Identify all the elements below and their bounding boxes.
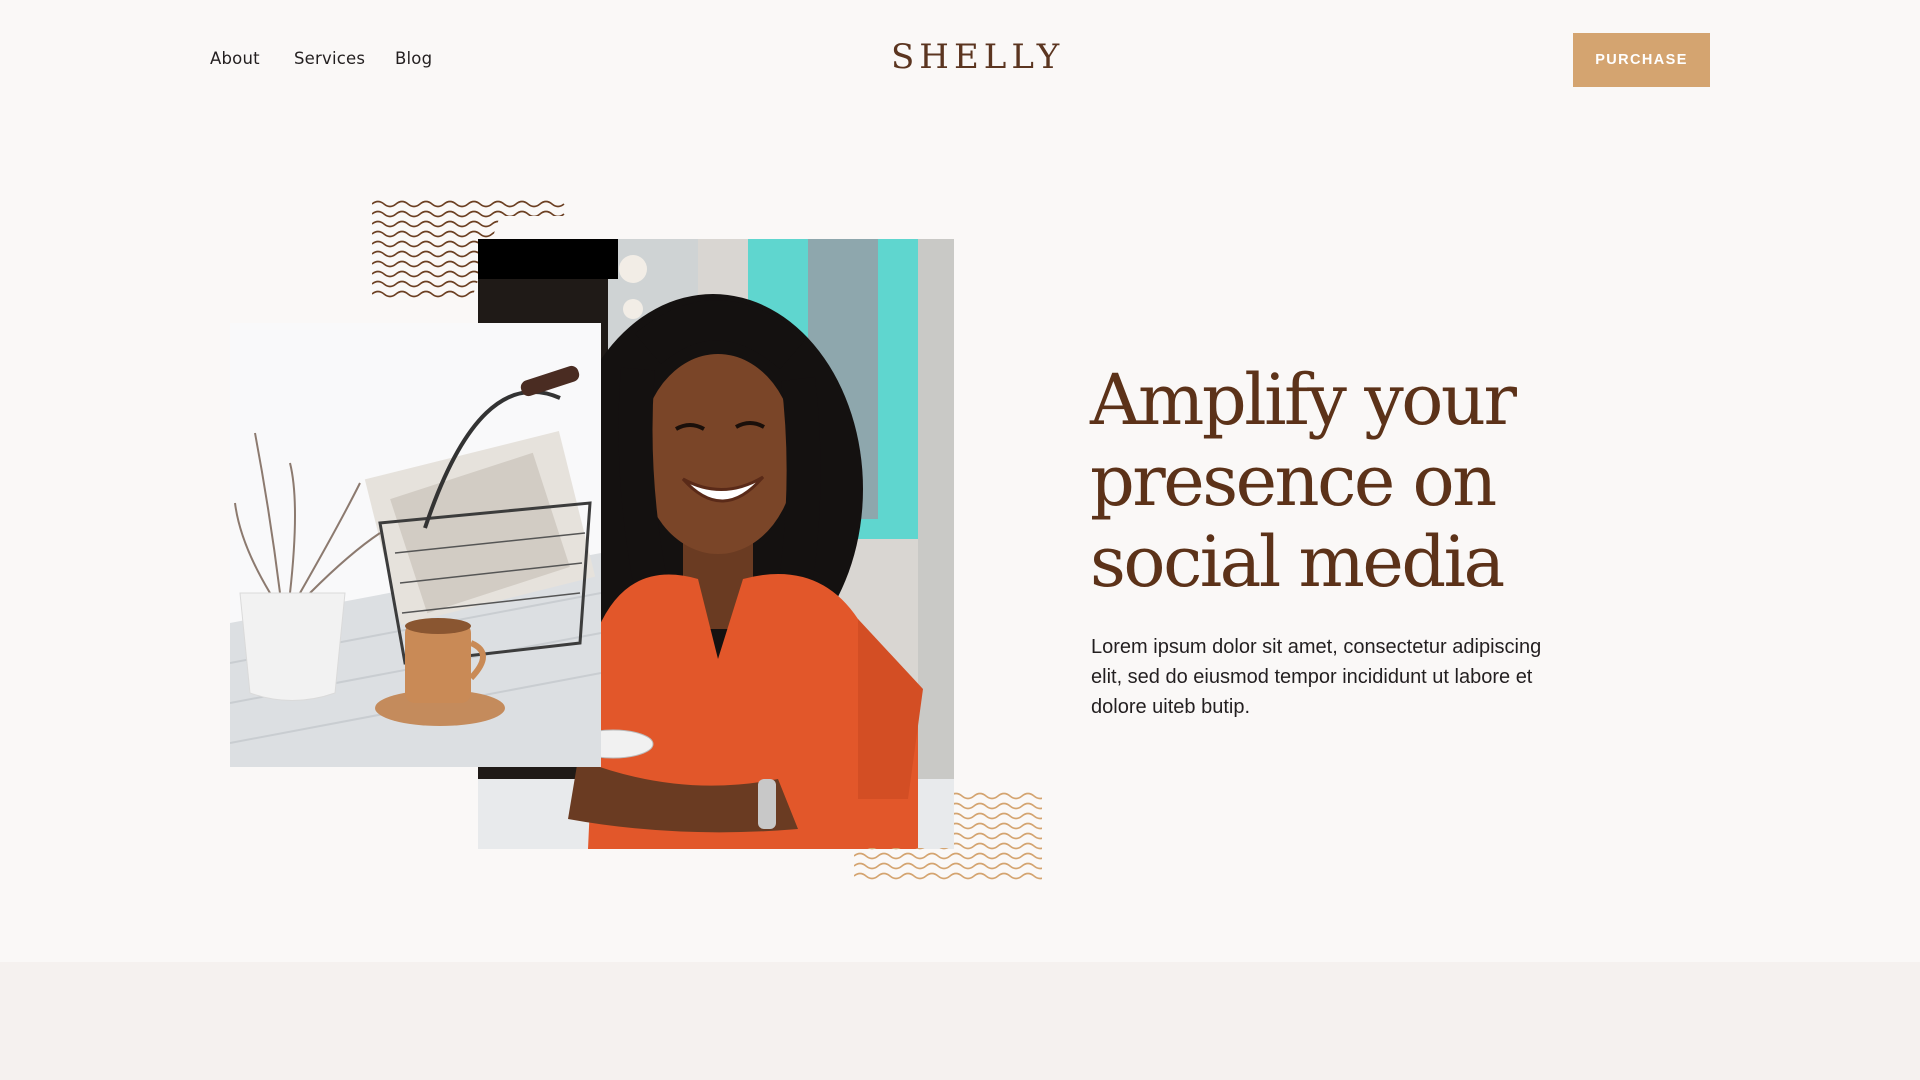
nav-link-blog[interactable]: Blog (395, 49, 432, 68)
hero-title: Amplify your presence on social media (1090, 360, 1650, 603)
wave-pattern-bottom (854, 792, 1042, 880)
brand-logo[interactable]: SHELLY (891, 40, 1059, 74)
still-life-photo (230, 323, 601, 767)
hero-title-line-2: presence on (1090, 440, 1497, 522)
still-life-illustration (230, 323, 601, 767)
landing-page: About Services Blog SHELLY PURCHASE Ampl… (0, 0, 1920, 1080)
hero-title-line-3: social media (1090, 521, 1505, 603)
purchase-button[interactable]: PURCHASE (1573, 33, 1710, 87)
next-section-band (0, 962, 1920, 1080)
hero-description: Lorem ipsum dolor sit amet, consectetur … (1091, 636, 1542, 718)
nav-link-about[interactable]: About (210, 49, 260, 68)
hero-title-line-1: Amplify your (1090, 359, 1517, 441)
top-navigation: About Services Blog SHELLY PURCHASE (0, 0, 1920, 120)
nav-link-services[interactable]: Services (294, 49, 365, 68)
